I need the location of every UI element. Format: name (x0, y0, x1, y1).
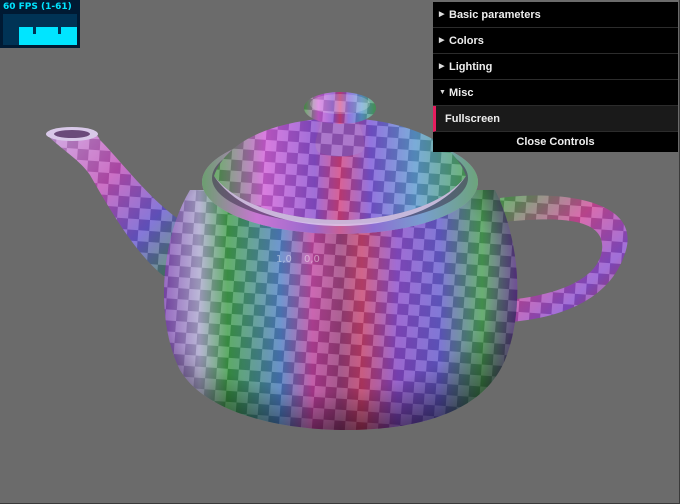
folder-label: Misc (449, 87, 474, 99)
fullscreen-button[interactable]: Fullscreen (433, 106, 678, 132)
webgl-viewport[interactable]: 1,0 0,0 60 FPS (1-61) ▶ Basic parameters… (0, 0, 680, 504)
folder-colors[interactable]: ▶ Colors (433, 28, 678, 54)
folder-misc[interactable]: ▼ Misc (433, 80, 678, 106)
folder-label: Lighting (449, 61, 493, 73)
folder-label: Basic parameters (449, 9, 541, 21)
close-controls-button[interactable]: Close Controls (433, 132, 678, 152)
triangle-right-icon: ▶ (439, 11, 445, 18)
teapot-handle (500, 195, 628, 322)
triangle-right-icon: ▶ (439, 37, 445, 44)
folder-lighting[interactable]: ▶ Lighting (433, 54, 678, 80)
fps-graph-fill (19, 27, 77, 45)
folder-label: Colors (449, 35, 484, 47)
fps-graph-notch (33, 27, 36, 34)
fullscreen-label: Fullscreen (445, 113, 501, 125)
triangle-right-icon: ▶ (439, 63, 445, 70)
teapot-spout (46, 127, 180, 282)
fps-label: 60 FPS (1-61) (3, 2, 72, 12)
controls-panel: ▶ Basic parameters ▶ Colors ▶ Lighting ▼ Mis… (433, 2, 678, 152)
fps-graph-notch (58, 27, 61, 34)
uv-label-1-0: 1,0 (276, 254, 292, 265)
fps-graph (3, 14, 77, 45)
triangle-down-icon: ▼ (439, 89, 446, 96)
fps-stats-panel[interactable]: 60 FPS (1-61) (0, 0, 80, 48)
folder-basic-parameters[interactable]: ▶ Basic parameters (433, 2, 678, 28)
uv-label-0-0: 0,0 (304, 254, 320, 265)
